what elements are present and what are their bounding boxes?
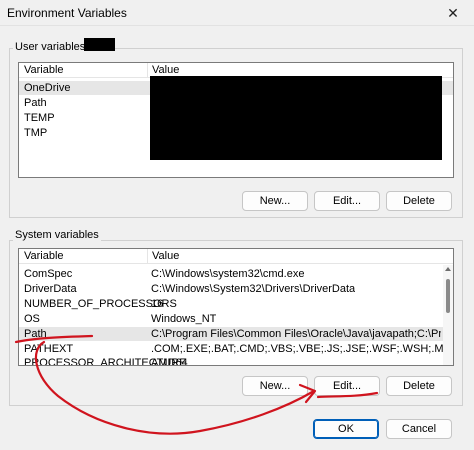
annotation-underline-edit: [316, 391, 379, 399]
annotation-overlay: [14, 334, 379, 435]
annotation-arrow-curve: [34, 340, 316, 435]
annotation-underline-stroke: [14, 334, 94, 344]
